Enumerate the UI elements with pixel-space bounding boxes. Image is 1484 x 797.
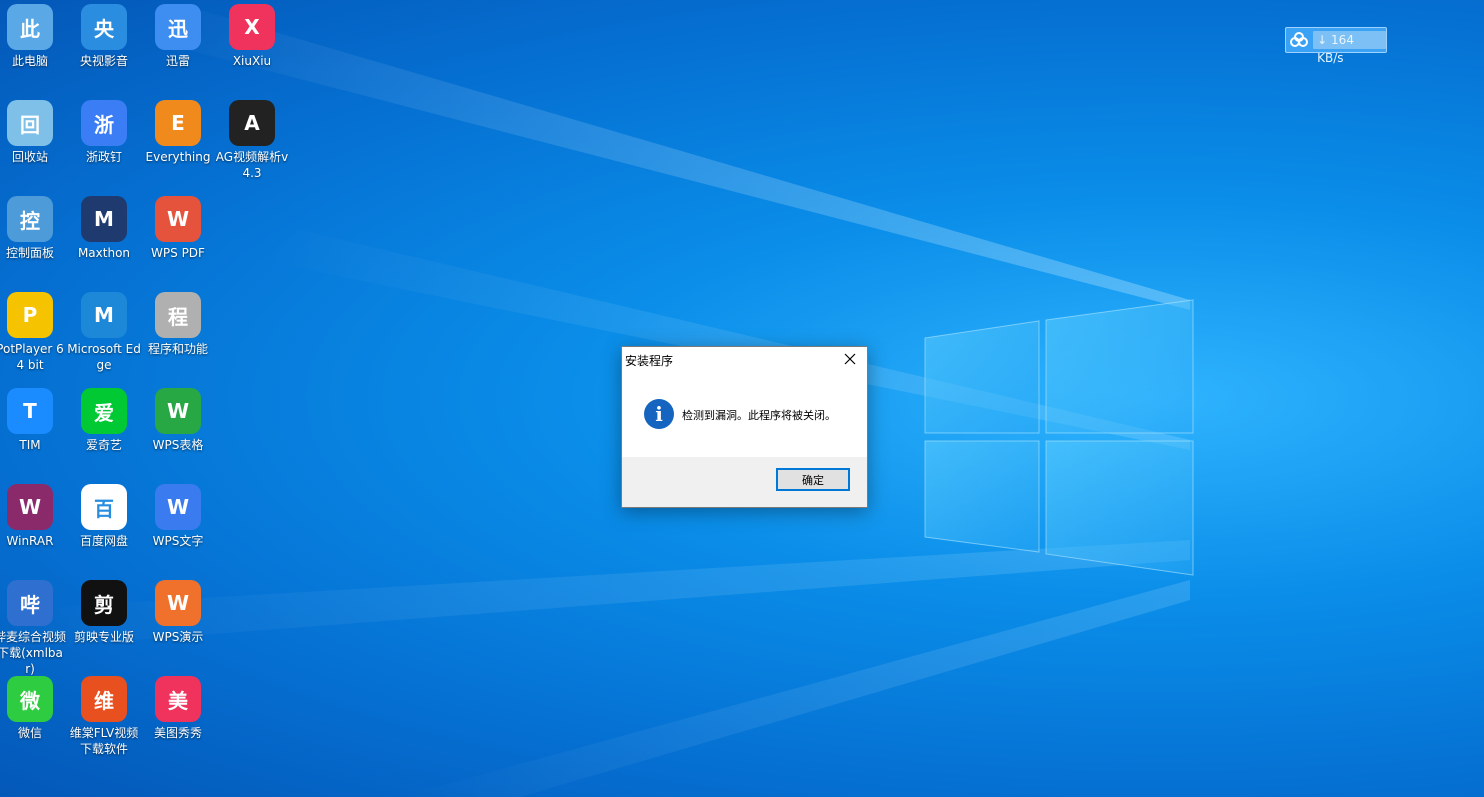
desktop-icon-label: 程序和功能 [147,342,208,356]
meitu-icon: 美 [155,676,201,722]
desktop-icon-label: TIM [19,438,41,452]
desktop-icon-label: Everything [145,150,211,164]
desktop-icon-label: WPS文字 [152,534,204,548]
info-icon: i [644,399,674,429]
desktop-icon-label: 浙政钉 [85,150,122,164]
desktop-icon[interactable]: 美美图秀秀 [141,672,215,741]
desktop-icon[interactable]: 哔哔麦综合视频下载(xmlbar) [0,576,67,677]
desktop-icon-label: 美图秀秀 [153,726,202,740]
desktop-icon[interactable]: M Microsoft Edge [67,288,141,373]
desktop-icon-label: 哔麦综合视频下载(xmlbar) [0,630,66,676]
potplayer-icon: P [7,292,53,338]
maxthon-icon: M [81,196,127,242]
wps-writer-icon: W [155,484,201,530]
dialog-message: 检测到漏洞。此程序将被关闭。 [682,409,836,422]
download-rate: ↓ 164 KB/s [1313,31,1386,65]
desktop-icon[interactable]: W WPS表格 [141,384,215,453]
xmlbar-icon: 哔 [7,580,53,626]
desktop-icon-label: 剪映专业版 [73,630,134,644]
download-arrow-icon: ↓ [1317,33,1328,47]
desktop-icon-label: 微信 [17,726,42,740]
flv-downloader-icon: 维 [81,676,127,722]
capcut-icon: 剪 [81,580,127,626]
desktop-icon-label: 央视影音 [79,54,128,68]
desktop-icon-label: Microsoft Edge [67,342,141,372]
desktop-icon-label: 控制面板 [5,246,54,260]
wps-sheet-icon: W [155,388,201,434]
ok-button[interactable]: 确定 [776,468,850,491]
baidu-netdisk-icon: 百 [81,484,127,530]
desktop-icon[interactable]: 爱爱奇艺 [67,384,141,453]
dialog-body: i 检测到漏洞。此程序将被关闭。 [622,371,867,456]
desktop-icon[interactable]: P PotPlayer 64 bit [0,288,67,373]
desktop-icon[interactable]: X XiuXiu [215,0,289,69]
programs-features-icon: 程 [155,292,201,338]
clapperboard-icon: A [229,100,275,146]
desktop-icon[interactable]: 回回收站 [0,96,67,165]
wechat-icon: 微 [7,676,53,722]
magnifier-icon: E [155,100,201,146]
desktop-icon[interactable]: 迅迅雷 [141,0,215,69]
desktop-icon[interactable]: 程程序和功能 [141,288,215,357]
dialog-titlebar[interactable]: 安装程序 [622,347,867,371]
desktop-icon-label: WPS表格 [152,438,204,452]
shield-app-icon: 浙 [81,100,127,146]
xiuxiu-icon: X [229,4,275,50]
desktop-icon[interactable]: T TIM [0,384,67,453]
desktop-icon[interactable]: W WPS文字 [141,480,215,549]
tim-icon: T [7,388,53,434]
desktop-icon[interactable]: A AG视频解析v4.3 [215,96,289,181]
desktop-icon[interactable]: 维维棠FLV视频下载软件 [67,672,141,757]
desktop-icon-label: AG视频解析v4.3 [215,150,289,180]
desktop-icon-label: 回收站 [11,150,48,164]
dialog-title: 安装程序 [625,354,674,368]
desktop-icon-label: WinRAR [6,534,54,548]
desktop-icon-label: WPS PDF [151,246,205,260]
desktop-icon[interactable]: W WinRAR [0,480,67,549]
desktop-icon[interactable]: 百百度网盘 [67,480,141,549]
desktop-icon-label: 维棠FLV视频下载软件 [69,726,139,756]
desktop-icon-label: 迅雷 [165,54,190,68]
control-panel-icon: 控 [7,196,53,242]
desktop-icon-label: 百度网盘 [79,534,128,548]
desktop-icon[interactable]: 控控制面板 [0,192,67,261]
close-icon[interactable] [833,347,867,371]
desktop-icon-label: 爱奇艺 [85,438,122,452]
dialog-footer: 确定 [622,457,867,507]
desktop-icon[interactable]: E Everything [141,96,215,165]
desktop-icon[interactable]: W WPS PDF [141,192,215,261]
desktop-icon-label: WPS演示 [152,630,204,644]
installer-alert-dialog: 安装程序 i 检测到漏洞。此程序将被关闭。 确定 [621,346,868,508]
desktop-icon[interactable]: W WPS演示 [141,576,215,645]
recycle-bin-icon: 回 [7,100,53,146]
desktop-icon-label: PotPlayer 64 bit [0,342,64,372]
desktop-icon-label: Maxthon [77,246,131,260]
desktop-icon[interactable]: 浙浙政钉 [67,96,141,165]
wps-pdf-icon: W [155,196,201,242]
desktop-icon[interactable]: 剪剪映专业版 [67,576,141,645]
network-speed-widget[interactable]: ↓ 164 KB/s [1285,27,1387,65]
desktop-icon[interactable]: 央央视影音 [67,0,141,69]
winrar-icon: W [7,484,53,530]
edge-icon: M [81,292,127,338]
desktop-icon[interactable]: M Maxthon [67,192,141,261]
thunder-bird-icon: 迅 [155,4,201,50]
desktop-icon[interactable]: 此此电脑 [0,0,67,69]
play-store-icon: 央 [81,4,127,50]
computer-icon: 此 [7,4,53,50]
baidu-cloud-icon [1286,29,1311,51]
desktop-icon[interactable]: 微微信 [0,672,67,741]
desktop-icon-label: 此电脑 [11,54,48,68]
desktop-icon-label: XiuXiu [232,54,272,68]
wps-present-icon: W [155,580,201,626]
iqiyi-icon: 爱 [81,388,127,434]
